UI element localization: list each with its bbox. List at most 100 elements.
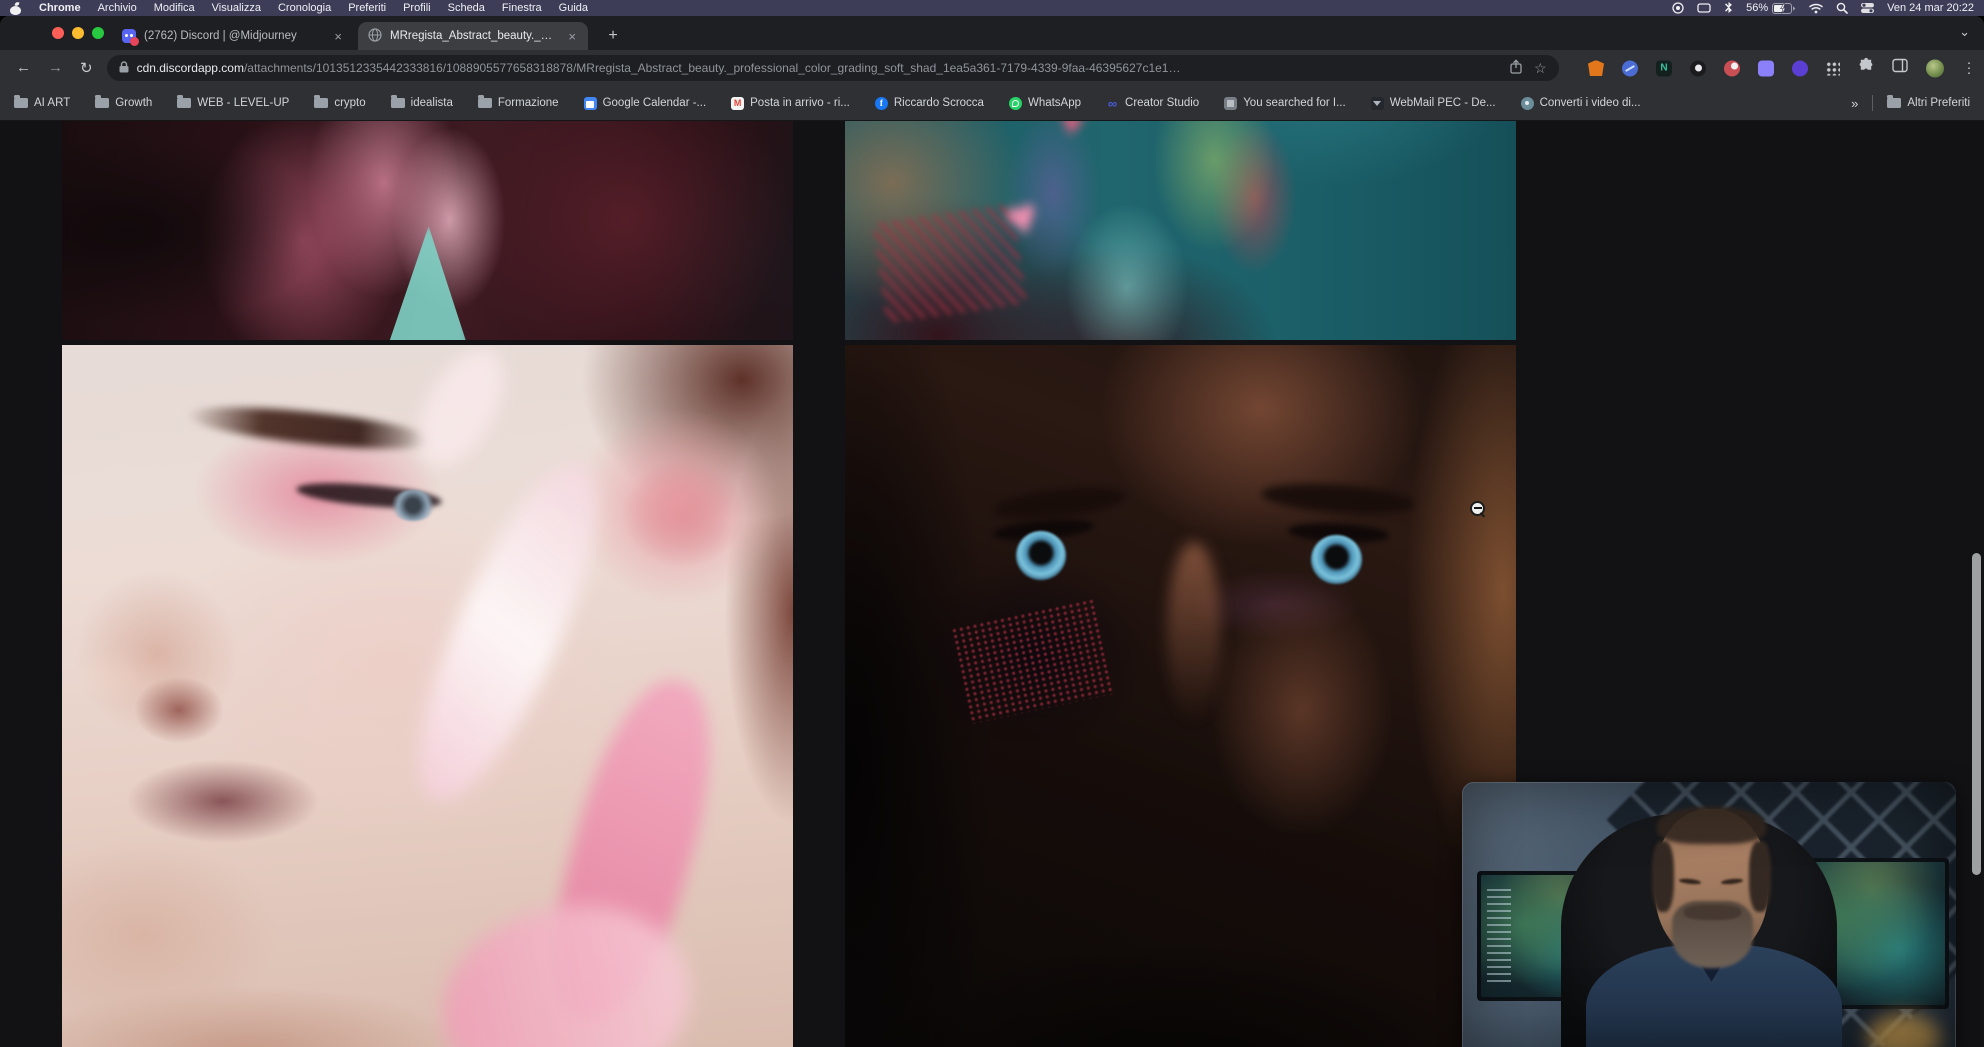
paint-detail xyxy=(872,204,1026,323)
image-quadrant-top-left xyxy=(62,121,793,340)
image-quadrant-bottom-left-face xyxy=(62,345,793,1047)
screen-recording-icon[interactable] xyxy=(1672,2,1684,14)
menu-archivio[interactable]: Archivio xyxy=(98,2,137,14)
bookmark-label: Google Calendar -... xyxy=(603,97,707,109)
calendar-icon xyxy=(584,97,597,110)
bookmark-facebook-profile[interactable]: fRiccardo Scrocca xyxy=(875,97,984,110)
menu-profili[interactable]: Profili xyxy=(403,2,431,14)
extension-n-icon[interactable]: N xyxy=(1656,60,1672,76)
bookmark-converti-video[interactable]: Converti i video di... xyxy=(1521,97,1641,110)
bookmark-google-calendar[interactable]: Google Calendar -... xyxy=(584,97,707,110)
zoom-out-cursor xyxy=(1470,501,1485,516)
converter-favicon xyxy=(1521,97,1534,110)
bookmarks-left: AI ART Growth WEB - LEVEL-UP crypto idea… xyxy=(14,97,1641,110)
menu-guida[interactable]: Guida xyxy=(559,2,588,14)
tab-image-active[interactable]: MRregista_Abstract_beauty._… × xyxy=(358,22,588,50)
paint-detail xyxy=(185,399,435,456)
screen: Chrome Archivio Modifica Visualizza Cron… xyxy=(0,0,1984,1047)
reload-button[interactable]: ↻ xyxy=(80,59,93,77)
tab-close-icon[interactable]: × xyxy=(332,30,344,43)
bookmark-folder-crypto[interactable]: crypto xyxy=(314,97,365,109)
bookmark-folder-idealista[interactable]: idealista xyxy=(391,97,453,109)
paint-detail xyxy=(1260,480,1416,519)
back-button[interactable]: ← xyxy=(16,59,31,77)
bookmark-label: Posta in arrivo - ri... xyxy=(750,97,850,109)
profile-avatar[interactable] xyxy=(1926,59,1944,77)
browser-menu-kebab-icon[interactable]: ⋮ xyxy=(1962,60,1976,77)
paint-detail xyxy=(402,345,519,479)
url-host: cdn.discordapp.com xyxy=(137,61,244,75)
discord-image-attachment[interactable]: ♥ ♥ xyxy=(0,121,1984,1047)
menu-cronologia[interactable]: Cronologia xyxy=(278,2,331,14)
bookmarks-bar: AI ART Growth WEB - LEVEL-UP crypto idea… xyxy=(0,86,1984,121)
bookmark-label: Riccardo Scrocca xyxy=(894,97,984,109)
menu-visualizza[interactable]: Visualizza xyxy=(212,2,261,14)
tab-close-icon[interactable]: × xyxy=(566,30,578,43)
side-panel-icon[interactable] xyxy=(1892,59,1908,78)
extensions-row: N ⋮ xyxy=(1588,58,1976,79)
paint-detail xyxy=(1016,531,1066,580)
tab-strip: (2762) Discord | @Midjourney × MRregista… xyxy=(0,16,1984,50)
bookmarks-right: » Altri Preferiti xyxy=(1851,95,1970,111)
bookmark-label: crypto xyxy=(334,97,365,109)
tab-discord[interactable]: (2762) Discord | @Midjourney × xyxy=(112,22,354,50)
folder-icon xyxy=(391,98,405,108)
discord-favicon xyxy=(122,29,136,43)
bluetooth-icon[interactable] xyxy=(1724,2,1733,14)
extension-red-icon[interactable] xyxy=(1724,60,1740,76)
menubar-clock[interactable]: Ven 24 mar 20:22 xyxy=(1887,2,1974,14)
forward-button[interactable]: → xyxy=(48,59,63,77)
menu-scheda[interactable]: Scheda xyxy=(448,2,485,14)
extensions-puzzle-icon[interactable] xyxy=(1858,58,1874,79)
page-scrollbar-thumb[interactable] xyxy=(1972,553,1981,875)
apps-grid-icon[interactable] xyxy=(1826,61,1840,75)
menu-finestra[interactable]: Finestra xyxy=(502,2,542,14)
bookmark-folder-growth[interactable]: Growth xyxy=(95,97,152,109)
bookmark-folder-web-level-up[interactable]: WEB - LEVEL-UP xyxy=(177,97,289,109)
bookmark-label: Growth xyxy=(115,97,152,109)
close-window-button[interactable] xyxy=(52,27,64,39)
search-icon[interactable] xyxy=(1836,2,1848,14)
extension-dark-icon[interactable] xyxy=(1690,60,1706,76)
bookmark-label: WhatsApp xyxy=(1028,97,1081,109)
battery-percent: 56% xyxy=(1746,2,1768,14)
chrome-window: (2762) Discord | @Midjourney × MRregista… xyxy=(0,16,1984,1047)
image-quadrant-top-right: ♥ ♥ xyxy=(845,121,1516,340)
paint-detail xyxy=(391,490,435,522)
address-bar[interactable]: cdn.discordapp.com /attachments/10135123… xyxy=(107,55,1559,81)
display-icon[interactable] xyxy=(1697,3,1711,14)
wifi-icon[interactable] xyxy=(1809,3,1823,14)
fullscreen-window-button[interactable] xyxy=(92,27,104,39)
minimize-window-button[interactable] xyxy=(72,27,84,39)
bookmark-folder-formazione[interactable]: Formazione xyxy=(478,97,559,109)
extension-purple-icon[interactable] xyxy=(1792,60,1808,76)
bookmarks-divider xyxy=(1872,95,1873,111)
menu-app-chrome[interactable]: Chrome xyxy=(39,2,81,14)
window-controls xyxy=(52,27,104,39)
whatsapp-icon xyxy=(1009,97,1022,110)
bookmark-folder-ai-art[interactable]: AI ART xyxy=(14,97,70,109)
bookmarks-overflow-chevron[interactable]: » xyxy=(1851,96,1858,111)
extension-lavender-icon[interactable] xyxy=(1758,60,1774,76)
bookmark-whatsapp[interactable]: WhatsApp xyxy=(1009,97,1081,110)
folder-icon xyxy=(1887,98,1901,108)
menu-preferiti[interactable]: Preferiti xyxy=(348,2,386,14)
control-center-icon[interactable] xyxy=(1861,3,1874,13)
heart-shape: ♥ xyxy=(1056,121,1086,145)
extension-blue-icon[interactable] xyxy=(1622,60,1638,76)
apple-logo-icon[interactable] xyxy=(10,2,22,15)
bookmark-creator-studio[interactable]: ∞Creator Studio xyxy=(1106,97,1199,110)
share-icon[interactable] xyxy=(1510,59,1522,77)
other-bookmarks-folder[interactable]: Altri Preferiti xyxy=(1887,97,1970,109)
extension-fox-icon[interactable] xyxy=(1588,60,1604,76)
battery-indicator[interactable]: 56% xyxy=(1746,2,1796,14)
new-tab-button[interactable]: + xyxy=(602,25,624,47)
bookmark-webmail-pec[interactable]: WebMail PEC - De... xyxy=(1371,97,1496,110)
bookmark-gmail-inbox[interactable]: MPosta in arrivo - ri... xyxy=(731,97,850,110)
bookmark-you-searched[interactable]: You searched for I... xyxy=(1224,97,1346,110)
tab-search-chevron-icon[interactable]: ⌄ xyxy=(1959,24,1970,40)
bookmark-star-icon[interactable]: ☆ xyxy=(1534,60,1547,77)
webcam-vignette xyxy=(1462,782,1956,1047)
menu-modifica[interactable]: Modifica xyxy=(154,2,195,14)
image-quadrant-bottom-right-face xyxy=(845,345,1516,1047)
